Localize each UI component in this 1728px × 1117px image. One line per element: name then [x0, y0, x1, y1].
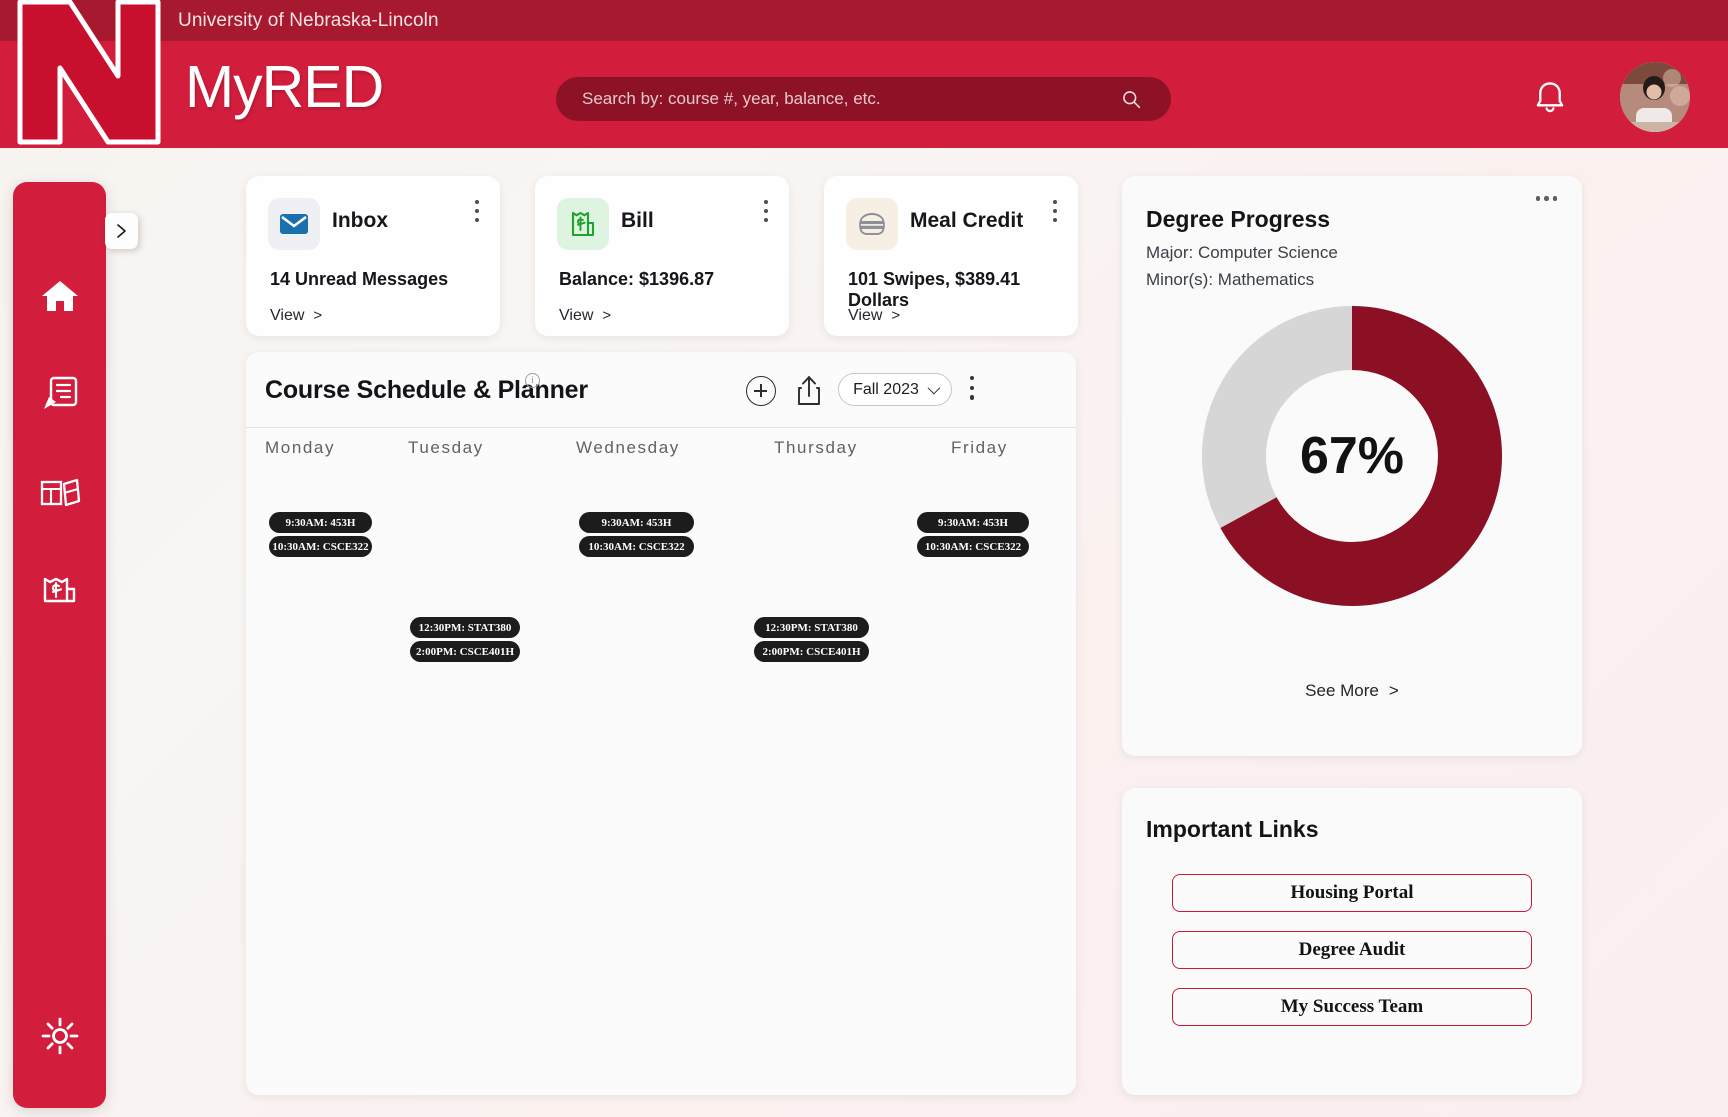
gear-icon — [40, 1016, 80, 1056]
schedule-event-pill[interactable]: 12:30PM: STAT380 — [754, 617, 869, 638]
schedule-event-pill[interactable]: 9:30AM: 453H — [269, 512, 372, 533]
home-icon — [40, 278, 80, 314]
degree-progress-card: Degree Progress Major: Computer Science … — [1122, 176, 1582, 756]
day-header-friday: Friday — [951, 438, 1008, 458]
card-view-label: View — [848, 307, 882, 324]
university-name: University of Nebraska-Lincoln — [178, 10, 439, 32]
burger-icon — [846, 198, 898, 250]
search-icon[interactable] — [1121, 89, 1141, 109]
search-bar[interactable] — [556, 77, 1171, 121]
term-select-value: Fall 2023 — [853, 381, 919, 399]
stat-card-row: Inbox 14 Unread Messages View > Bill Bala… — [246, 176, 1076, 336]
term-select[interactable]: Fall 2023 — [838, 373, 952, 406]
schedule-event-pill[interactable]: 2:00PM: CSCE401H — [410, 641, 520, 662]
university-bar: University of Nebraska-Lincoln — [0, 0, 1728, 41]
card-bill[interactable]: Bill Balance: $1396.87 View > — [535, 176, 789, 336]
info-icon[interactable]: i — [525, 373, 540, 388]
card-inbox[interactable]: Inbox 14 Unread Messages View > — [246, 176, 500, 336]
enrollment-form-icon — [40, 375, 80, 413]
link-button-my-success-team[interactable]: My Success Team — [1172, 988, 1532, 1026]
card-view-link[interactable]: View > — [270, 307, 322, 325]
envelope-icon — [268, 198, 320, 250]
card-meal-credit[interactable]: Meal Credit 101 Swipes, $389.41 Dollars … — [824, 176, 1078, 336]
day-header-row: Monday Tuesday Wednesday Thursday Friday — [246, 428, 1076, 468]
card-view-link[interactable]: View > — [848, 307, 900, 325]
chevron-down-icon — [927, 382, 940, 395]
chevron-right-icon: > — [313, 307, 322, 324]
link-button-label: Degree Audit — [1299, 939, 1406, 961]
link-button-degree-audit[interactable]: Degree Audit — [1172, 931, 1532, 969]
degree-minor: Minor(s): Mathematics — [1146, 270, 1314, 290]
card-value: 14 Unread Messages — [270, 269, 448, 290]
sidebar-item-registration[interactable] — [13, 345, 106, 443]
schedule-event-pill[interactable]: 9:30AM: 453H — [917, 512, 1029, 533]
sidebar-item-academics[interactable] — [13, 443, 106, 541]
card-view-label: View — [270, 307, 304, 324]
important-links-card: Important Links Housing Portal Degree Au… — [1122, 788, 1582, 1095]
sidebar-item-finances[interactable] — [13, 541, 106, 639]
day-header-tuesday: Tuesday — [408, 438, 484, 458]
see-more-label: See More — [1305, 681, 1379, 700]
bill-dollar-icon — [40, 573, 80, 607]
notification-bell-icon[interactable] — [1533, 78, 1567, 118]
receipt-dollar-icon — [557, 198, 609, 250]
chevron-right-icon: > — [1389, 681, 1399, 700]
share-icon[interactable] — [794, 374, 824, 408]
schedule-event-pill[interactable]: 10:30AM: CSCE322 — [269, 536, 372, 557]
search-input[interactable] — [582, 77, 1082, 121]
card-title: Inbox — [332, 209, 388, 233]
card-value: Balance: $1396.87 — [559, 269, 714, 290]
schedule-event-pill[interactable]: 9:30AM: 453H — [579, 512, 694, 533]
sidebar-item-home[interactable] — [13, 247, 106, 345]
sidebar — [13, 182, 106, 1108]
degree-progress-donut: 67% — [1202, 306, 1502, 606]
link-button-label: My Success Team — [1281, 996, 1424, 1018]
schedule-header: Course Schedule & Planner i Fall 2023 — [246, 352, 1076, 428]
degree-progress-percent: 67% — [1202, 306, 1502, 606]
app-title: MyRED — [185, 58, 383, 117]
degree-major: Major: Computer Science — [1146, 243, 1338, 263]
schedule-grid: 9:30AM: 453H 10:30AM: CSCE322 9:30AM: 453H… — [246, 468, 1076, 1095]
degree-menu-button[interactable] — [1536, 196, 1558, 201]
link-button-label: Housing Portal — [1291, 882, 1414, 904]
books-icon — [39, 475, 81, 509]
avatar-image — [1620, 62, 1690, 132]
card-view-label: View — [559, 307, 593, 324]
sidebar-toggle-button[interactable] — [105, 213, 138, 249]
add-course-button[interactable] — [746, 376, 776, 406]
see-more-link[interactable]: See More > — [1122, 681, 1582, 701]
course-schedule-panel: Course Schedule & Planner i Fall 2023 Mo… — [246, 352, 1076, 1095]
user-avatar[interactable] — [1620, 62, 1690, 132]
chevron-right-icon: > — [891, 307, 900, 324]
schedule-event-pill[interactable]: 12:30PM: STAT380 — [410, 617, 520, 638]
chevron-right-icon: > — [602, 307, 611, 324]
degree-progress-title: Degree Progress — [1146, 206, 1330, 233]
card-menu-button[interactable] — [1053, 200, 1058, 222]
card-view-link[interactable]: View > — [559, 307, 611, 325]
schedule-event-pill[interactable]: 10:30AM: CSCE322 — [579, 536, 694, 557]
important-links-title: Important Links — [1146, 816, 1319, 843]
sidebar-item-settings[interactable] — [13, 1006, 106, 1066]
schedule-event-pill[interactable]: 2:00PM: CSCE401H — [754, 641, 869, 662]
unl-logo-icon — [8, 0, 168, 148]
card-menu-button[interactable] — [764, 200, 769, 222]
day-header-monday: Monday — [265, 438, 335, 458]
card-title: Bill — [621, 209, 654, 233]
card-title: Meal Credit — [910, 209, 1023, 233]
schedule-menu-button[interactable] — [970, 376, 975, 400]
day-header-wednesday: Wednesday — [576, 438, 680, 458]
card-menu-button[interactable] — [475, 200, 480, 222]
schedule-event-pill[interactable]: 10:30AM: CSCE322 — [917, 536, 1029, 557]
day-header-thursday: Thursday — [774, 438, 858, 458]
card-value: 101 Swipes, $389.41 Dollars — [848, 269, 1078, 311]
main-content: Inbox 14 Unread Messages View > Bill Bala… — [0, 148, 1728, 1117]
link-button-housing-portal[interactable]: Housing Portal — [1172, 874, 1532, 912]
chevron-right-icon — [115, 223, 128, 239]
